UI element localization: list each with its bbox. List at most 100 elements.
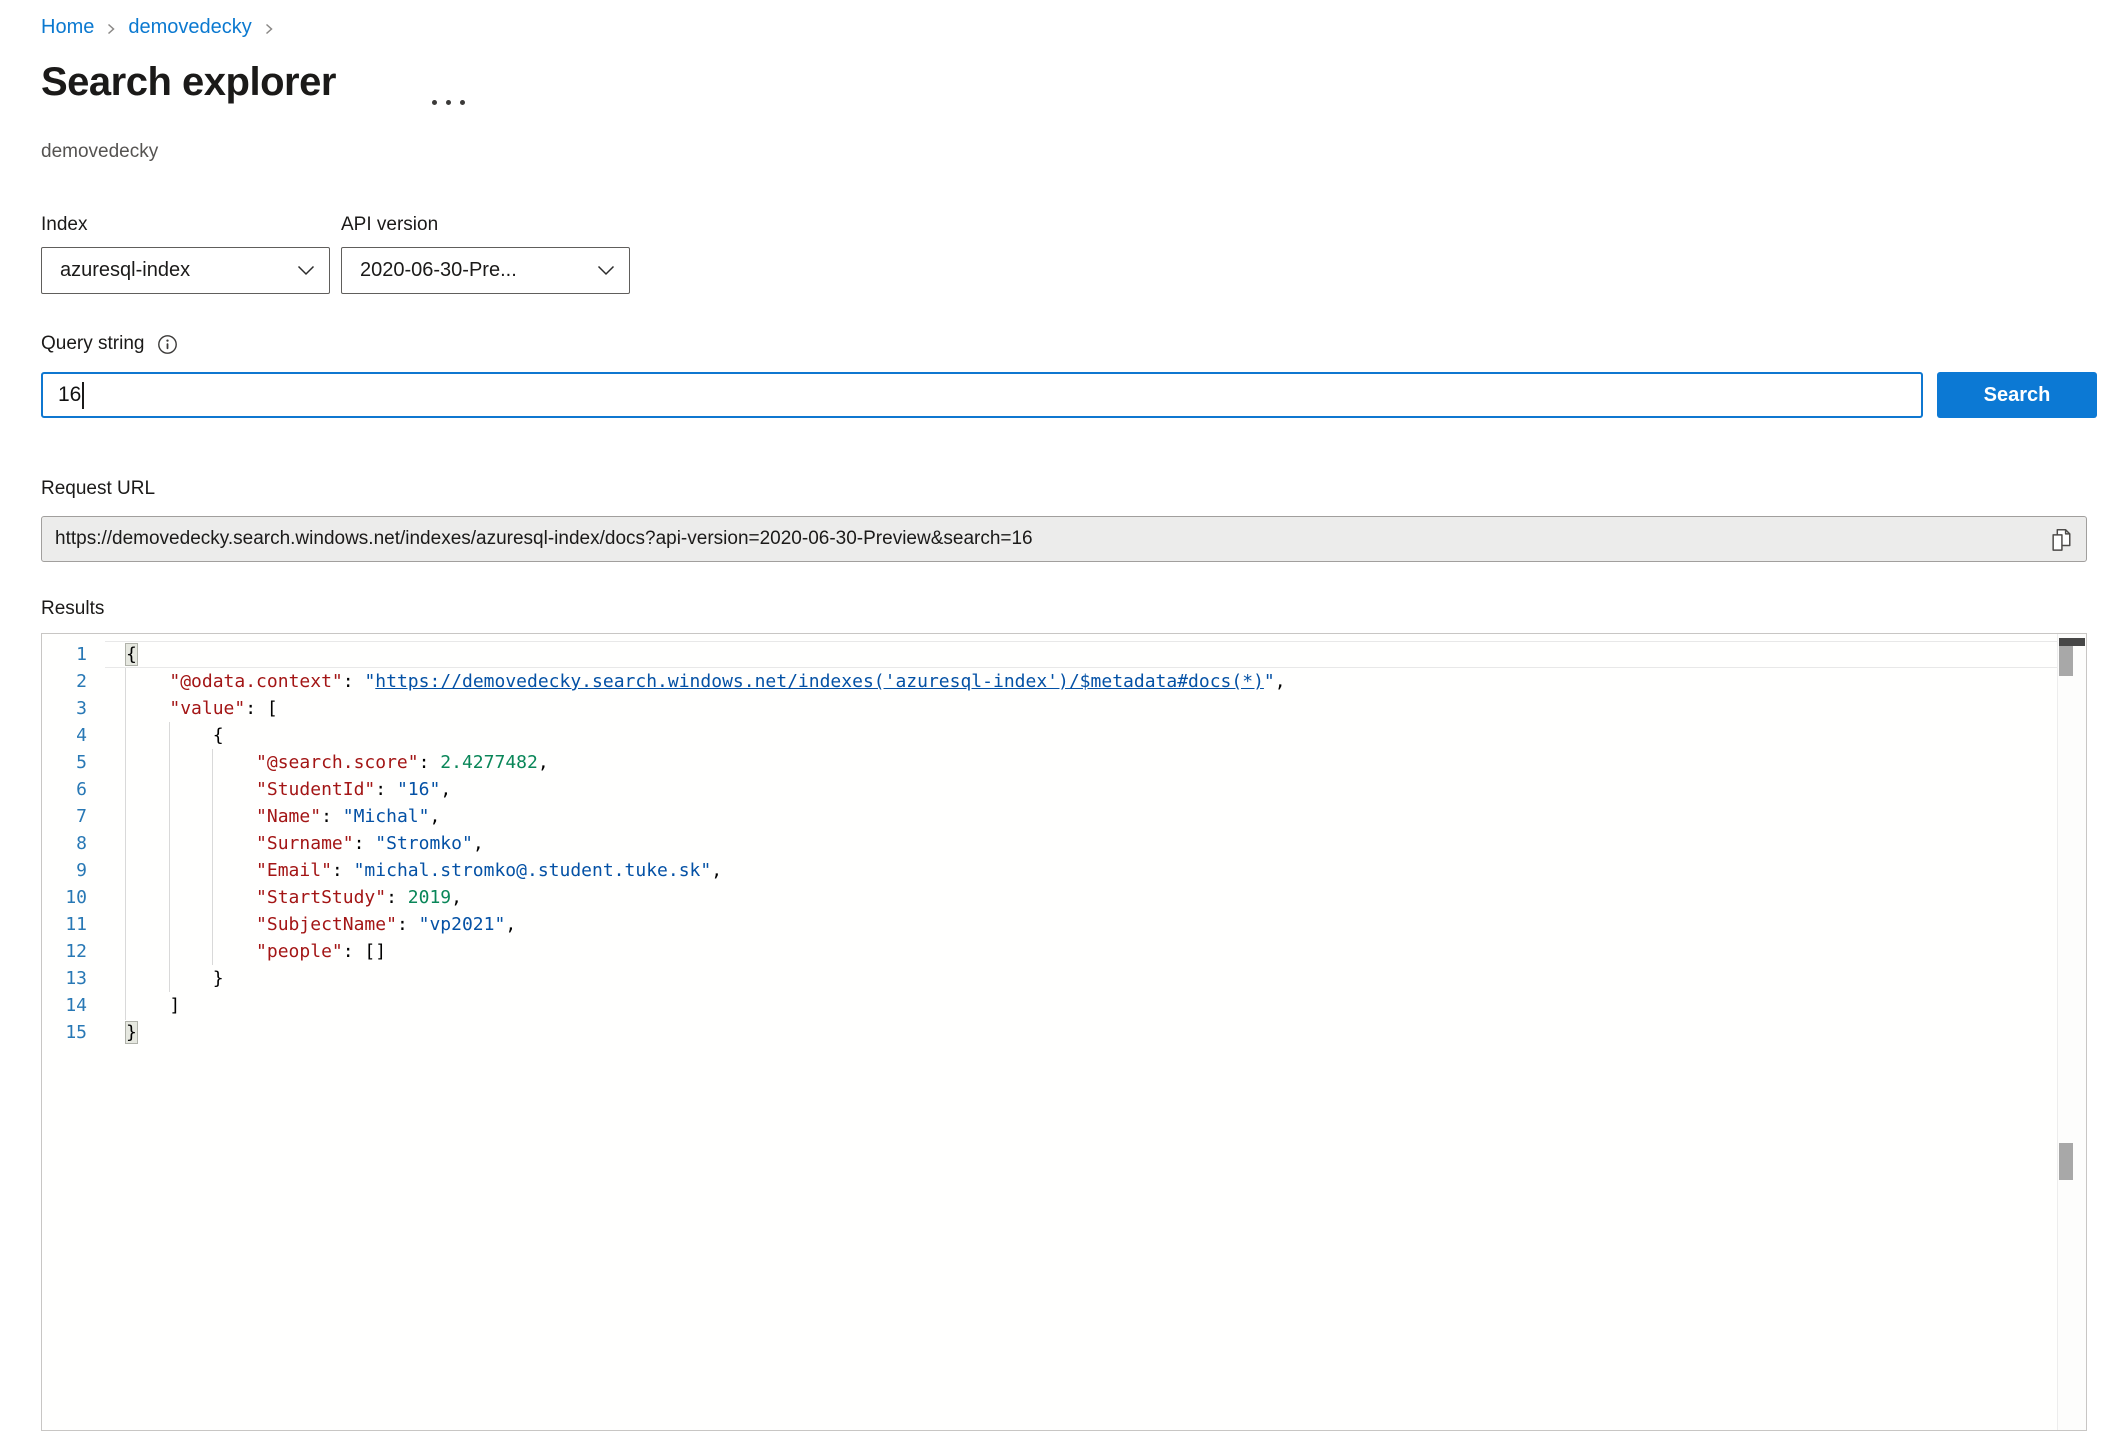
editor-line[interactable]: } bbox=[105, 965, 2058, 992]
chevron-right-icon bbox=[263, 22, 275, 36]
code-token: , bbox=[1275, 671, 1286, 692]
scrollbar-thumb[interactable] bbox=[2059, 1143, 2073, 1180]
editor-line[interactable]: "SubjectName": "vp2021", bbox=[105, 911, 2058, 938]
code-token: : [] bbox=[343, 941, 386, 962]
line-number: 15 bbox=[42, 1019, 105, 1046]
code-token: , bbox=[538, 752, 549, 773]
bracket-match-highlight: } bbox=[126, 1022, 137, 1043]
line-number: 4 bbox=[42, 722, 105, 749]
chevron-down-icon bbox=[297, 265, 315, 276]
editor-line[interactable]: "@odata.context": "https://demovedecky.s… bbox=[105, 668, 2058, 695]
line-number: 8 bbox=[42, 830, 105, 857]
code-token: "Email" bbox=[256, 860, 332, 881]
editor-line[interactable]: "Surname": "Stromko", bbox=[105, 830, 2058, 857]
chevron-right-icon bbox=[105, 22, 117, 36]
query-string-input[interactable]: 16 bbox=[41, 372, 1923, 418]
code-token: "Michal" bbox=[343, 806, 430, 827]
code-token: : bbox=[332, 860, 354, 881]
code-token: , bbox=[440, 779, 451, 800]
text-caret bbox=[82, 382, 84, 409]
code-token: : bbox=[321, 806, 343, 827]
code-token: " bbox=[1264, 671, 1275, 692]
results-label: Results bbox=[41, 598, 104, 620]
line-number: 6 bbox=[42, 776, 105, 803]
editor-line[interactable]: "Name": "Michal", bbox=[105, 803, 2058, 830]
copy-icon[interactable] bbox=[2043, 521, 2079, 557]
request-url-field[interactable]: https://demovedecky.search.windows.net/i… bbox=[41, 516, 2087, 562]
code-token: "Stromko" bbox=[375, 833, 473, 854]
editor-line[interactable]: ] bbox=[105, 992, 2058, 1019]
code-token: "michal.stromko@.student.tuke.sk" bbox=[354, 860, 712, 881]
code-token: { bbox=[126, 725, 224, 746]
editor-line[interactable]: "StartStudy": 2019, bbox=[105, 884, 2058, 911]
code-token: " bbox=[364, 671, 375, 692]
code-token: , bbox=[505, 914, 516, 935]
code-token bbox=[126, 914, 256, 935]
editor-line[interactable]: "value": [ bbox=[105, 695, 2058, 722]
editor-line[interactable]: "@search.score": 2.4277482, bbox=[105, 749, 2058, 776]
code-token bbox=[126, 752, 256, 773]
line-number: 5 bbox=[42, 749, 105, 776]
code-token: } bbox=[126, 968, 224, 989]
code-token: ] bbox=[126, 995, 180, 1016]
code-token: , bbox=[451, 887, 462, 908]
editor-scrollbar[interactable] bbox=[2057, 634, 2086, 1430]
breadcrumb-link-demovedecky[interactable]: demovedecky bbox=[128, 16, 251, 39]
code-token: "@odata.context" bbox=[169, 671, 342, 692]
editor-line[interactable]: { bbox=[105, 722, 2058, 749]
line-number: 2 bbox=[42, 668, 105, 695]
query-string-value: 16 bbox=[58, 383, 81, 407]
code-token: : [ bbox=[245, 698, 278, 719]
line-number: 14 bbox=[42, 992, 105, 1019]
code-token bbox=[126, 671, 169, 692]
editor-line[interactable]: } bbox=[105, 1019, 2058, 1046]
code-token: https://demovedecky.search.windows.net/i… bbox=[375, 671, 1264, 692]
code-token: "vp2021" bbox=[419, 914, 506, 935]
search-button[interactable]: Search bbox=[1937, 372, 2097, 418]
scrollbar-thumb[interactable] bbox=[2059, 646, 2073, 676]
code-token: "people" bbox=[256, 941, 343, 962]
code-token: : bbox=[397, 914, 419, 935]
code-token: : bbox=[386, 887, 408, 908]
code-token bbox=[126, 698, 169, 719]
editor-content[interactable]: { "@odata.context": "https://demovedecky… bbox=[105, 641, 2058, 1046]
editor-line[interactable]: { bbox=[105, 641, 2058, 668]
line-number: 9 bbox=[42, 857, 105, 884]
code-token: 2019 bbox=[408, 887, 451, 908]
code-token: , bbox=[711, 860, 722, 881]
code-token: 2.4277482 bbox=[440, 752, 538, 773]
code-token bbox=[126, 860, 256, 881]
code-token: , bbox=[473, 833, 484, 854]
code-token: : bbox=[375, 779, 397, 800]
info-icon[interactable] bbox=[157, 334, 178, 355]
breadcrumb: Home demovedecky bbox=[41, 16, 275, 39]
code-token bbox=[126, 779, 256, 800]
line-number: 12 bbox=[42, 938, 105, 965]
code-token: "StudentId" bbox=[256, 779, 375, 800]
more-options-icon[interactable] bbox=[428, 96, 469, 109]
editor-line[interactable]: "StudentId": "16", bbox=[105, 776, 2058, 803]
editor-line-numbers: 123456789101112131415 bbox=[42, 641, 105, 1046]
index-select-value: azuresql-index bbox=[60, 259, 190, 282]
code-token bbox=[126, 887, 256, 908]
api-version-select-value: 2020-06-30-Pre... bbox=[360, 259, 517, 282]
line-number: 3 bbox=[42, 695, 105, 722]
api-version-select[interactable]: 2020-06-30-Pre... bbox=[341, 247, 630, 294]
breadcrumb-link-home[interactable]: Home bbox=[41, 16, 94, 39]
code-token: "StartStudy" bbox=[256, 887, 386, 908]
results-json-editor[interactable]: 123456789101112131415 { "@odata.context"… bbox=[41, 633, 2087, 1431]
code-token: , bbox=[429, 806, 440, 827]
line-number: 10 bbox=[42, 884, 105, 911]
code-token: "SubjectName" bbox=[256, 914, 397, 935]
index-select[interactable]: azuresql-index bbox=[41, 247, 330, 294]
code-token: "16" bbox=[397, 779, 440, 800]
line-number: 11 bbox=[42, 911, 105, 938]
code-token: "@search.score" bbox=[256, 752, 419, 773]
index-label: Index bbox=[41, 214, 87, 236]
query-string-label: Query string bbox=[41, 333, 144, 355]
editor-line[interactable]: "people": [] bbox=[105, 938, 2058, 965]
bracket-match-highlight: { bbox=[126, 644, 137, 665]
overview-ruler-cursor-marker bbox=[2059, 638, 2085, 646]
editor-line[interactable]: "Email": "michal.stromko@.student.tuke.s… bbox=[105, 857, 2058, 884]
code-token: : bbox=[354, 833, 376, 854]
